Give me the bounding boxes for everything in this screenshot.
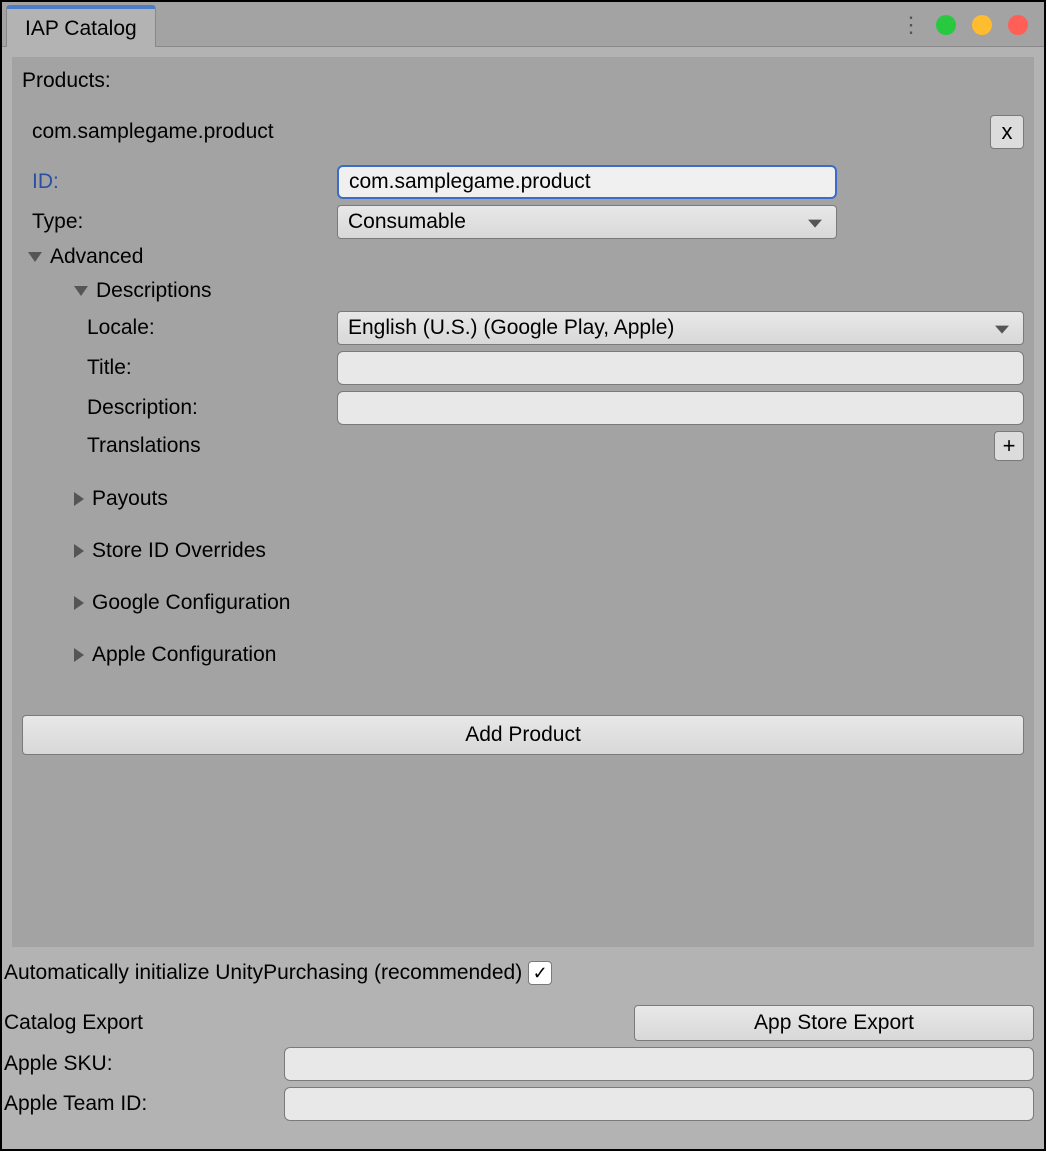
translations-label: Translations (87, 434, 337, 458)
id-label: ID: (32, 170, 337, 194)
store-id-overrides-label: Store ID Overrides (92, 539, 266, 563)
title-input[interactable] (337, 351, 1024, 385)
auto-init-label: Automatically initialize UnityPurchasing… (4, 961, 522, 985)
locale-select-value: English (U.S.) (Google Play, Apple) (348, 316, 674, 340)
chevron-right-icon (74, 492, 84, 506)
title-bar-controls: ⋮ (900, 12, 1028, 46)
plus-icon: + (1003, 433, 1016, 459)
products-section-label: Products: (22, 69, 1024, 93)
close-x-icon: x (1002, 119, 1013, 145)
catalog-export-row: Catalog Export App Store Export (4, 1005, 1034, 1041)
window-tab-label: IAP Catalog (25, 17, 137, 40)
chevron-right-icon (74, 648, 84, 662)
description-label: Description: (87, 396, 337, 420)
main-panel: Products: com.samplegame.product x ID: T… (12, 57, 1034, 947)
type-select-value: Consumable (348, 210, 466, 234)
app-store-export-label: App Store Export (754, 1011, 914, 1034)
product-name: com.samplegame.product (32, 120, 274, 144)
advanced-foldout[interactable]: Advanced (28, 245, 1024, 269)
apple-team-id-row: Apple Team ID: (4, 1087, 1034, 1121)
apple-sku-input[interactable] (284, 1047, 1034, 1081)
apple-team-id-input[interactable] (284, 1087, 1034, 1121)
translations-row: Translations + (22, 431, 1024, 461)
window-tab[interactable]: IAP Catalog (6, 5, 156, 47)
description-row: Description: (22, 391, 1024, 425)
payouts-label: Payouts (92, 487, 168, 511)
descriptions-label: Descriptions (96, 279, 212, 303)
catalog-export-label: Catalog Export (4, 1011, 143, 1035)
google-config-foldout[interactable]: Google Configuration (74, 591, 1024, 615)
chevron-right-icon (74, 544, 84, 558)
close-dot-icon[interactable] (1008, 15, 1028, 35)
kebab-menu-icon[interactable]: ⋮ (900, 12, 920, 38)
add-translation-button[interactable]: + (994, 431, 1024, 461)
title-label: Title: (87, 356, 337, 380)
auto-init-checkbox[interactable]: ✓ (528, 961, 552, 985)
checkmark-icon: ✓ (533, 963, 548, 984)
footer-section: Automatically initialize UnityPurchasing… (2, 947, 1044, 1121)
type-select[interactable]: Consumable (337, 205, 837, 239)
google-config-label: Google Configuration (92, 591, 290, 615)
apple-team-id-label: Apple Team ID: (4, 1092, 284, 1116)
app-store-export-button[interactable]: App Store Export (634, 1005, 1034, 1041)
chevron-right-icon (74, 596, 84, 610)
title-row: Title: (22, 351, 1024, 385)
remove-product-button[interactable]: x (990, 115, 1024, 149)
locale-label: Locale: (87, 316, 337, 340)
id-row: ID: (22, 165, 1024, 199)
chevron-down-icon (74, 286, 88, 296)
minimize-dot-icon[interactable] (936, 15, 956, 35)
title-bar: IAP Catalog ⋮ (2, 2, 1044, 47)
store-id-overrides-foldout[interactable]: Store ID Overrides (74, 539, 1024, 563)
chevron-down-icon (28, 252, 42, 262)
product-entry: com.samplegame.product x ID: Type: Consu… (22, 115, 1024, 667)
type-label: Type: (32, 210, 337, 234)
apple-config-foldout[interactable]: Apple Configuration (74, 643, 1024, 667)
apple-sku-row: Apple SKU: (4, 1047, 1034, 1081)
type-row: Type: Consumable (22, 205, 1024, 239)
maximize-dot-icon[interactable] (972, 15, 992, 35)
descriptions-foldout[interactable]: Descriptions (74, 279, 1024, 303)
apple-sku-label: Apple SKU: (4, 1052, 284, 1076)
apple-config-label: Apple Configuration (92, 643, 276, 667)
payouts-foldout[interactable]: Payouts (74, 487, 1024, 511)
locale-select[interactable]: English (U.S.) (Google Play, Apple) (337, 311, 1024, 345)
add-product-button[interactable]: Add Product (22, 715, 1024, 755)
advanced-label: Advanced (50, 245, 143, 269)
description-input[interactable] (337, 391, 1024, 425)
id-input[interactable] (337, 165, 837, 199)
product-header: com.samplegame.product x (22, 115, 1024, 165)
locale-row: Locale: English (U.S.) (Google Play, App… (22, 311, 1024, 345)
auto-init-row: Automatically initialize UnityPurchasing… (4, 961, 1034, 985)
add-product-label: Add Product (465, 723, 581, 746)
